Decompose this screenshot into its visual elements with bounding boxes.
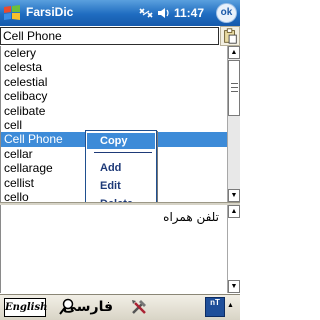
connectivity-icon[interactable] <box>138 6 154 20</box>
translation-pane: تلفن همراه <box>0 205 227 293</box>
windows-flag-icon[interactable] <box>2 3 22 23</box>
caret-up-icon[interactable]: ▲ <box>227 302 234 309</box>
english-button[interactable]: English <box>4 298 47 317</box>
list-item[interactable]: celibacy <box>1 89 227 103</box>
scroll-thumb[interactable] <box>228 60 240 116</box>
menu-item-edit[interactable]: Edit <box>87 178 155 194</box>
list-item[interactable]: celibate <box>1 104 227 118</box>
word-list-scrollbar[interactable]: ▲ ▼ <box>227 46 240 202</box>
app-title: FarsiDic <box>26 5 74 19</box>
status-bar: FarsiDic 11:47 ok <box>0 0 240 26</box>
translation-text: تلفن همراه <box>163 210 219 224</box>
tools-icon[interactable] <box>130 298 148 316</box>
menu-item-add[interactable]: Add <box>87 160 155 176</box>
menu-item-copy[interactable]: Copy <box>87 133 155 149</box>
keyboard-button[interactable]: nT <box>205 297 225 317</box>
ok-button[interactable]: ok <box>216 3 237 23</box>
list-item[interactable]: celery <box>1 46 227 60</box>
clock[interactable]: 11:47 <box>174 6 204 20</box>
scroll-up-icon[interactable]: ▲ <box>228 46 240 59</box>
bottom-toolbar: English فارسی nT ▲ <box>0 294 240 320</box>
translation-scrollbar[interactable]: ▲ ▼ <box>227 205 240 293</box>
scroll-down-icon[interactable]: ▼ <box>228 189 240 202</box>
list-item[interactable]: celestial <box>1 75 227 89</box>
scroll-down-icon[interactable]: ▼ <box>228 280 240 293</box>
clipboard-icon[interactable] <box>220 26 240 46</box>
list-item[interactable]: celesta <box>1 60 227 74</box>
farsi-button[interactable]: فارسی <box>63 297 113 317</box>
menu-separator <box>94 152 152 153</box>
grip-icon <box>231 83 238 92</box>
scroll-up-icon[interactable]: ▲ <box>228 205 240 218</box>
speaker-icon[interactable] <box>156 6 172 20</box>
search-input[interactable]: Cell Phone <box>0 27 219 45</box>
